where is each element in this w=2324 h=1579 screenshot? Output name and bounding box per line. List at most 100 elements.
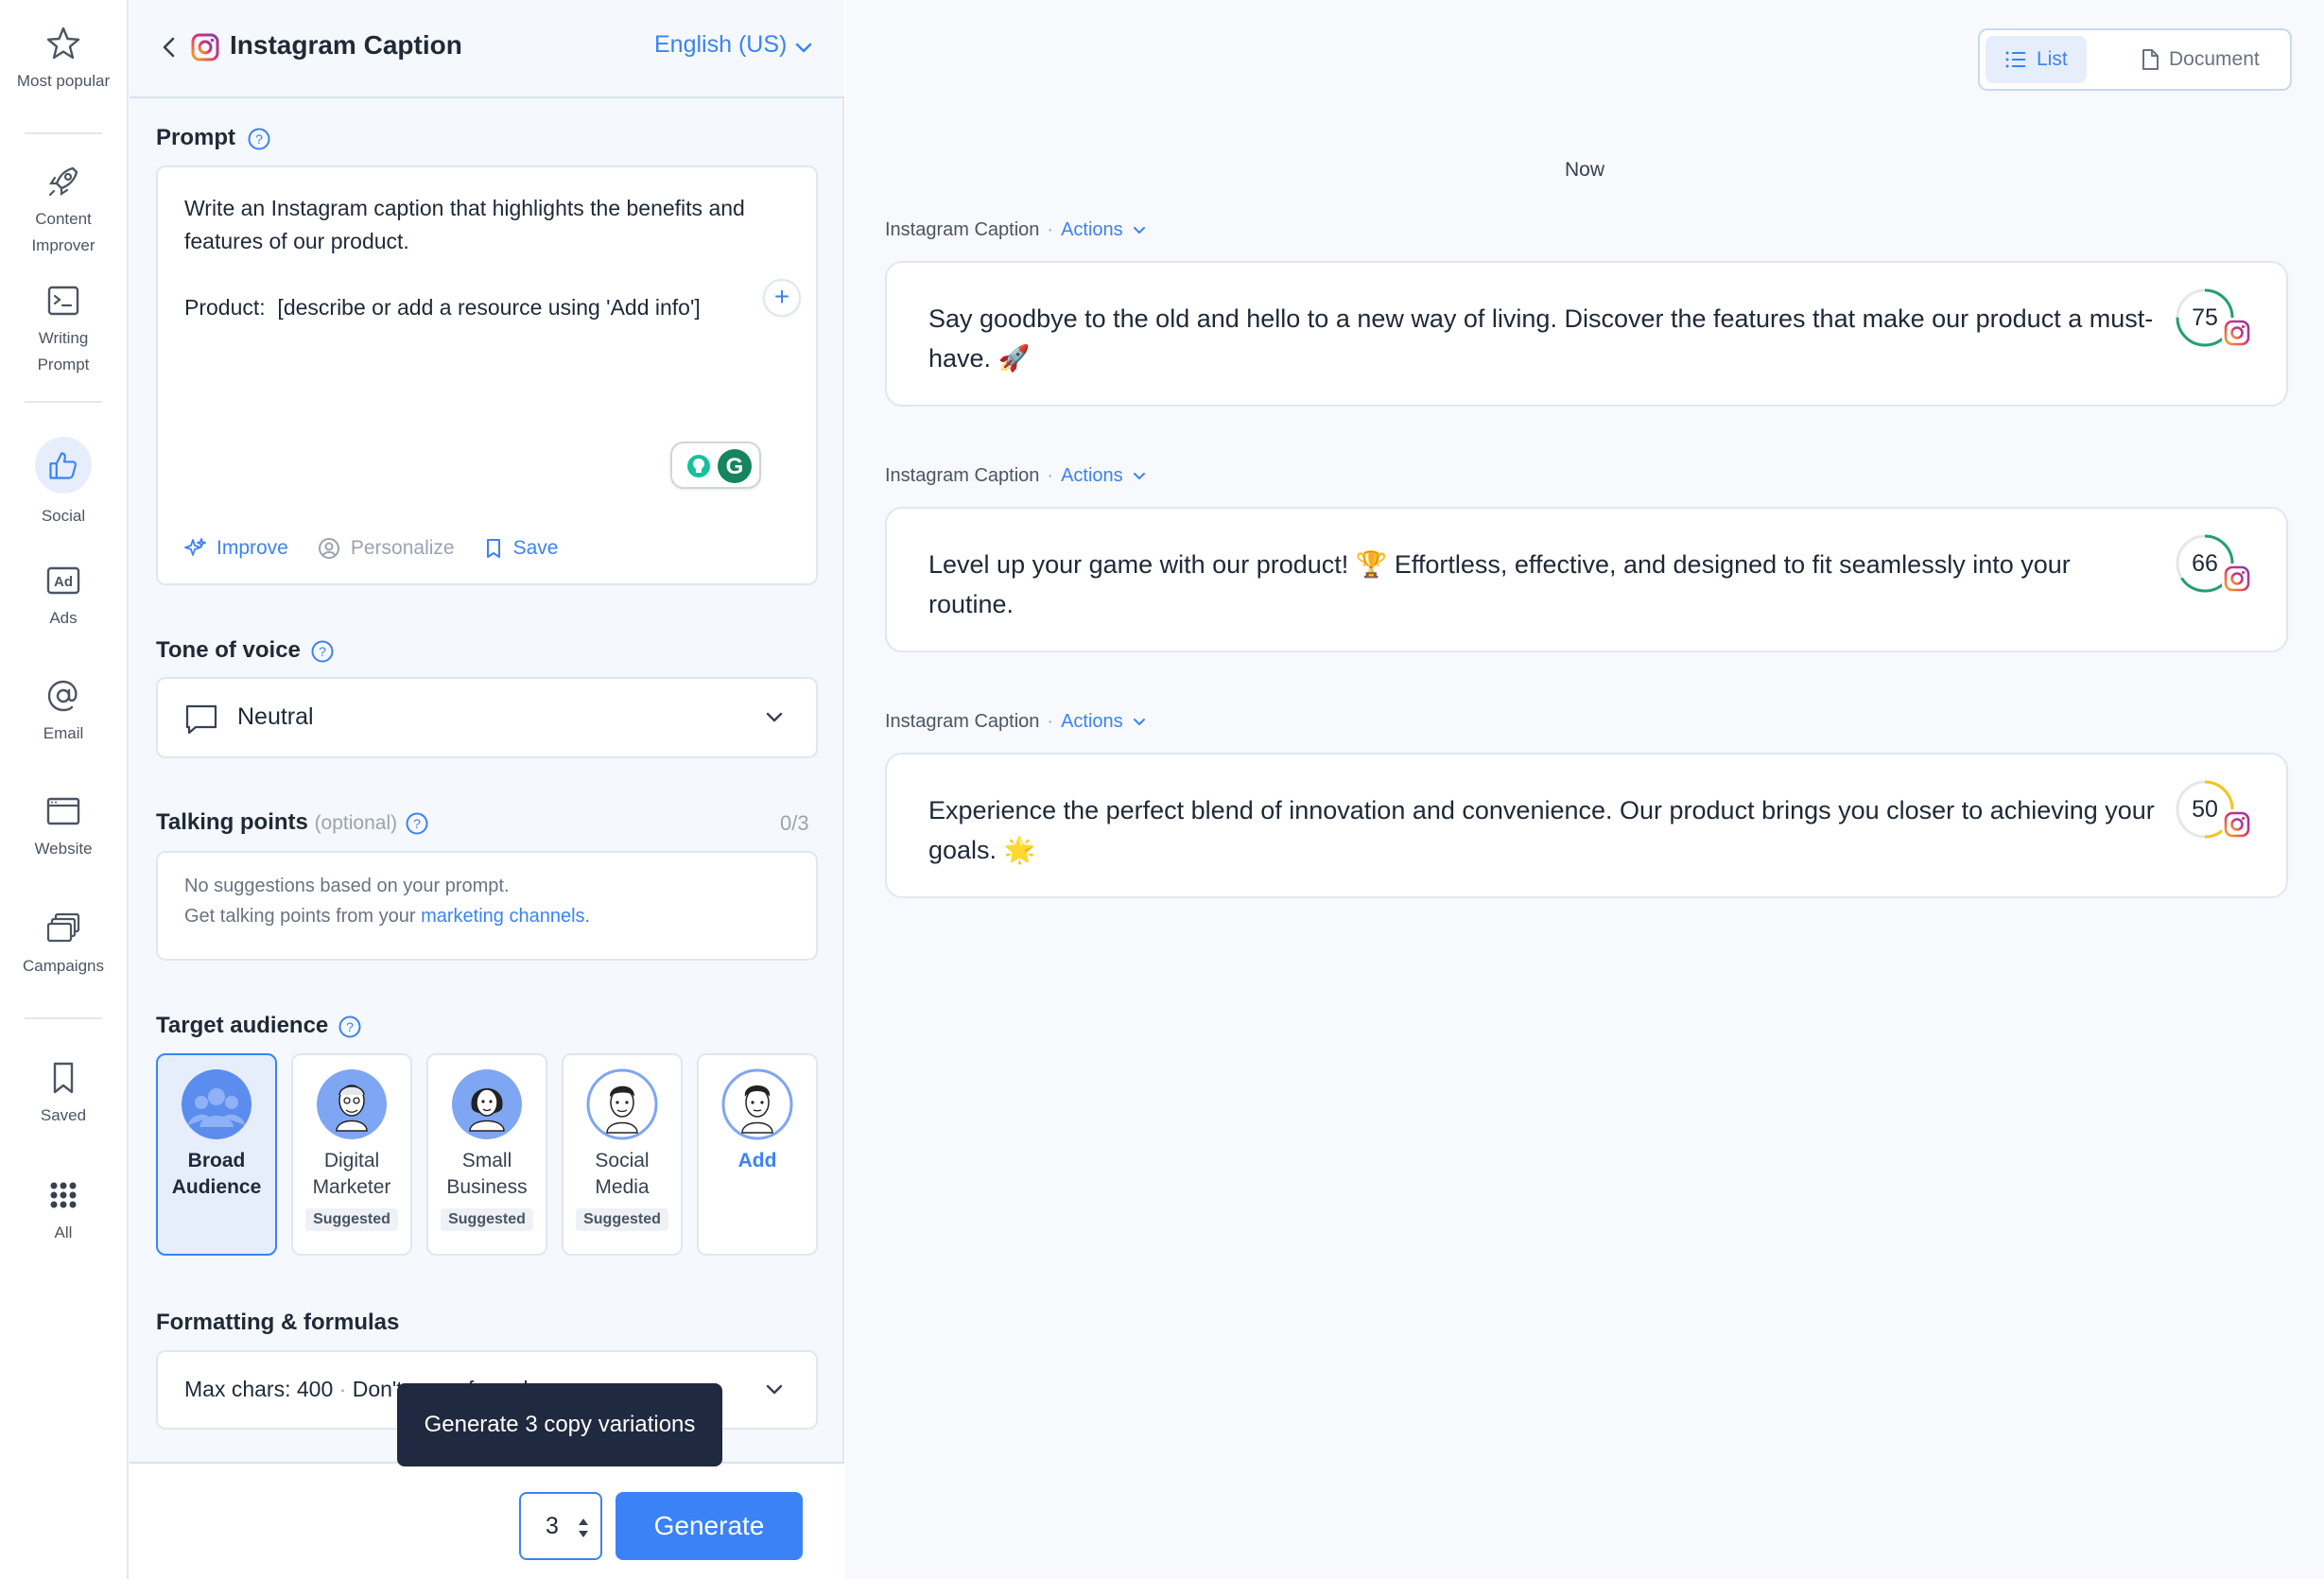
rail-label: Email <box>43 724 84 742</box>
rail-item-website[interactable]: Website <box>0 792 127 862</box>
rail-item-saved[interactable]: Saved <box>0 1059 127 1129</box>
terminal-icon <box>47 286 79 316</box>
star-icon <box>46 26 80 60</box>
audience-name-line: Business <box>446 1176 528 1198</box>
variation-count-stepper[interactable]: 3 <box>519 1492 602 1560</box>
result-card[interactable]: Experience the perfect blend of innovati… <box>885 753 2288 898</box>
rail-label: Content Improver <box>31 210 95 254</box>
result-meta: Instagram Caption · Actions <box>885 711 1148 733</box>
prompt-textarea[interactable]: Write an Instagram caption that highligh… <box>184 192 752 324</box>
result-meta: Instagram Caption · Actions <box>885 219 1148 241</box>
rail-item-all[interactable]: All <box>0 1176 127 1246</box>
thumbs-up-icon <box>49 452 77 479</box>
grammarly-widget[interactable]: G <box>670 442 761 489</box>
rail-divider <box>25 401 102 403</box>
tone-select[interactable]: Neutral <box>156 677 818 758</box>
grammarly-icon: G <box>687 449 752 483</box>
svg-text:G: G <box>726 454 744 479</box>
save-prompt-button[interactable]: Save <box>483 536 558 561</box>
grid-icon <box>50 1182 77 1208</box>
help-icon[interactable]: ? <box>310 639 335 664</box>
page-title: Instagram Caption <box>230 30 462 60</box>
improve-button[interactable]: Improve <box>184 536 288 561</box>
help-icon[interactable]: ? <box>405 811 429 836</box>
bookmark-icon <box>486 539 500 558</box>
meta-dot: · <box>1047 219 1054 240</box>
actions-menu[interactable]: Actions <box>1061 711 1123 733</box>
icon-rail: Most popular Content Improver Writing Pr… <box>0 0 129 1579</box>
marketing-channels-link[interactable]: marketing channels <box>421 906 584 927</box>
help-icon[interactable]: ? <box>247 127 271 151</box>
list-view-button[interactable]: List <box>1986 36 2087 83</box>
form-panel: Instagram Caption English (US) Prompt ? … <box>130 0 844 1579</box>
rail-item-most-popular[interactable]: Most popular <box>0 25 127 95</box>
talking-points-box: No suggestions based on your prompt. Get… <box>156 851 818 961</box>
audience-name-line: Social <box>595 1150 650 1171</box>
instagram-icon <box>2222 564 2252 594</box>
talking-points-count: 0/3 <box>780 811 809 835</box>
campaigns-icon <box>46 912 80 943</box>
rail-item-content-improver[interactable]: Content Improver <box>0 163 127 259</box>
talking-points-title: Talking points <box>156 809 308 835</box>
add-info-button[interactable]: + <box>763 279 801 317</box>
document-view-button[interactable]: Document <box>2122 36 2279 83</box>
rail-item-ads[interactable]: Ad Ads <box>0 562 127 632</box>
chevron-down-icon <box>766 712 783 722</box>
language-selector[interactable]: English (US) <box>654 31 787 59</box>
meta-dot: · <box>1047 465 1054 486</box>
result-type: Instagram Caption <box>885 465 1040 486</box>
talking-points-label: Talking points (optional) <box>156 809 397 836</box>
audience-option-small-business[interactable]: Small Business Suggested <box>426 1053 547 1256</box>
timestamp: Now <box>1564 159 1604 181</box>
suggested-badge: Suggested <box>576 1208 668 1231</box>
rail-label: Writing Prompt <box>37 329 90 373</box>
generate-button[interactable]: Generate <box>616 1492 803 1560</box>
at-icon <box>47 680 78 712</box>
prompt-label: Prompt <box>156 125 235 150</box>
talking-points-empty: No suggestions based on your prompt. <box>184 876 510 896</box>
svg-text:?: ? <box>413 816 421 831</box>
suggested-badge: Suggested <box>305 1208 398 1231</box>
rail-item-campaigns[interactable]: Campaigns <box>0 910 127 980</box>
rail-item-writing-prompt[interactable]: Writing Prompt <box>0 282 127 378</box>
actions-menu[interactable]: Actions <box>1061 465 1123 487</box>
chevron-down-icon[interactable] <box>1131 714 1148 731</box>
chevron-down-icon[interactable] <box>1131 468 1148 485</box>
audience-label: Target audience <box>156 1013 329 1038</box>
score-badge: 50 <box>2175 779 2256 860</box>
audience-option-social-media[interactable]: Social Media Suggested <box>562 1053 683 1256</box>
separator: · <box>338 1377 347 1401</box>
suggested-badge: Suggested <box>441 1208 533 1231</box>
audience-name: Small Business <box>428 1148 546 1201</box>
audience-option-digital-marketer[interactable]: Digital Marketer Suggested <box>291 1053 412 1256</box>
help-icon[interactable]: ? <box>338 1015 362 1039</box>
svg-text:?: ? <box>346 1019 354 1034</box>
result-card[interactable]: Level up your game with our product! 🏆 E… <box>885 507 2288 652</box>
stepper-arrows-icon[interactable] <box>576 1515 591 1541</box>
speech-bubble-icon <box>185 704 217 735</box>
list-icon <box>2005 51 2025 68</box>
list-label: List <box>2037 48 2068 70</box>
audience-name: Social Media <box>564 1148 681 1201</box>
add-audience-button[interactable]: Add <box>697 1053 818 1256</box>
svg-text:Ad: Ad <box>54 574 73 590</box>
audience-name-line: Media <box>595 1176 650 1198</box>
improve-label: Improve <box>217 537 288 559</box>
result-card[interactable]: Say goodbye to the old and hello to a ne… <box>885 261 2288 407</box>
audience-option-broad[interactable]: Broad Audience <box>156 1053 277 1256</box>
actions-menu[interactable]: Actions <box>1061 219 1123 241</box>
rail-divider <box>25 132 102 134</box>
result-type: Instagram Caption <box>885 711 1040 732</box>
tone-value: Neutral <box>237 703 314 730</box>
audience-name: Digital Marketer <box>293 1148 410 1201</box>
chevron-down-icon[interactable] <box>793 38 814 59</box>
back-arrow-icon[interactable] <box>156 34 182 61</box>
results-area: List Document Now Instagram Caption · Act… <box>845 0 2324 1579</box>
rail-label: Campaigns <box>23 957 104 975</box>
rail-item-email[interactable]: Email <box>0 677 127 747</box>
rail-item-social[interactable]: Social <box>0 437 127 529</box>
chevron-down-icon[interactable] <box>1131 222 1148 239</box>
rail-label: Ads <box>49 609 78 627</box>
audience-name-line: Audience <box>171 1176 262 1198</box>
personalize-button[interactable]: Personalize <box>317 536 455 561</box>
